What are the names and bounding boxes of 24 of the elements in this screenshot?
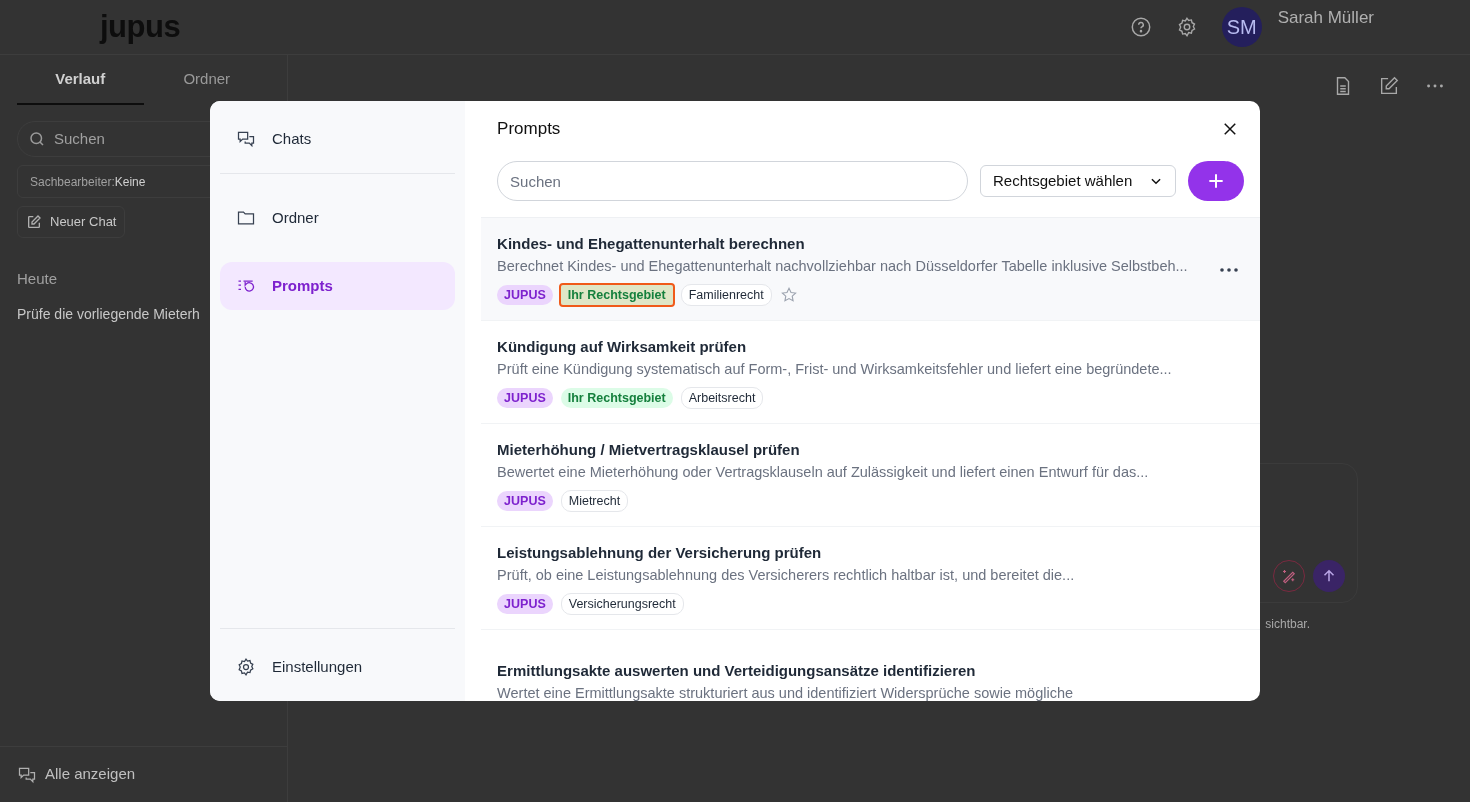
user-name: Sarah Müller	[1277, 7, 1374, 30]
info-text: sichtbar.	[1265, 616, 1310, 633]
tag: Ihr Rechtsgebiet	[560, 285, 673, 306]
tag: Familienrecht	[680, 284, 772, 307]
prompt-description: Prüft, ob eine Leistungsablehnung des Versicherers rechtlich haltbar ist, und bereitet die...	[497, 566, 1075, 586]
prompt-title: Ermittlungsakte auswerten und Verteidigungsansätze identifizieren	[497, 660, 977, 681]
prompt-description: Bewertet eine Mieterhöhung oder Vertragsklauseln auf Zulässigkeit und liefert einen Entwurf für das...	[497, 463, 1149, 483]
tag: Mietrecht	[560, 490, 629, 513]
tag: JUPUS	[497, 491, 553, 512]
dialog-title: Prompts	[496, 118, 561, 141]
prompt-title: Mieterhöhung / Mietvertragsklausel prüfen	[497, 439, 801, 460]
tag: Ihr Rechtsgebiet	[560, 388, 673, 409]
prompt-description: Berechnet Kindes- und Ehegattenunterhalt nachvollziehbar nach Düsseldorfer Tabelle inklusive Selbstbeh...	[497, 257, 1188, 277]
prompt-description: Prüft eine Kündigung systematisch auf Form-, Frist- und Wirksamkeitsfehler und liefert eine begründete...	[497, 360, 1172, 380]
tag: JUPUS	[497, 285, 553, 306]
prompt-title: Kindes- und Ehegattenunterhalt berechnen	[497, 233, 806, 254]
prompt-title: Leistungsablehnung der Versicherung prüfen	[497, 542, 823, 563]
group-label: Heute	[17, 268, 58, 289]
tag: JUPUS	[497, 594, 553, 615]
prompt-title: Kündigung auf Wirksamkeit prüfen	[497, 336, 748, 357]
tag: Versicherungsrecht	[560, 593, 684, 616]
tag: JUPUS	[497, 388, 553, 409]
prompt-description: Wertet eine Ermittlungsakte strukturiert aus und identifiziert Widersprüche sowie mögliche	[497, 684, 1073, 701]
tag: Arbeitsrecht	[680, 387, 764, 410]
